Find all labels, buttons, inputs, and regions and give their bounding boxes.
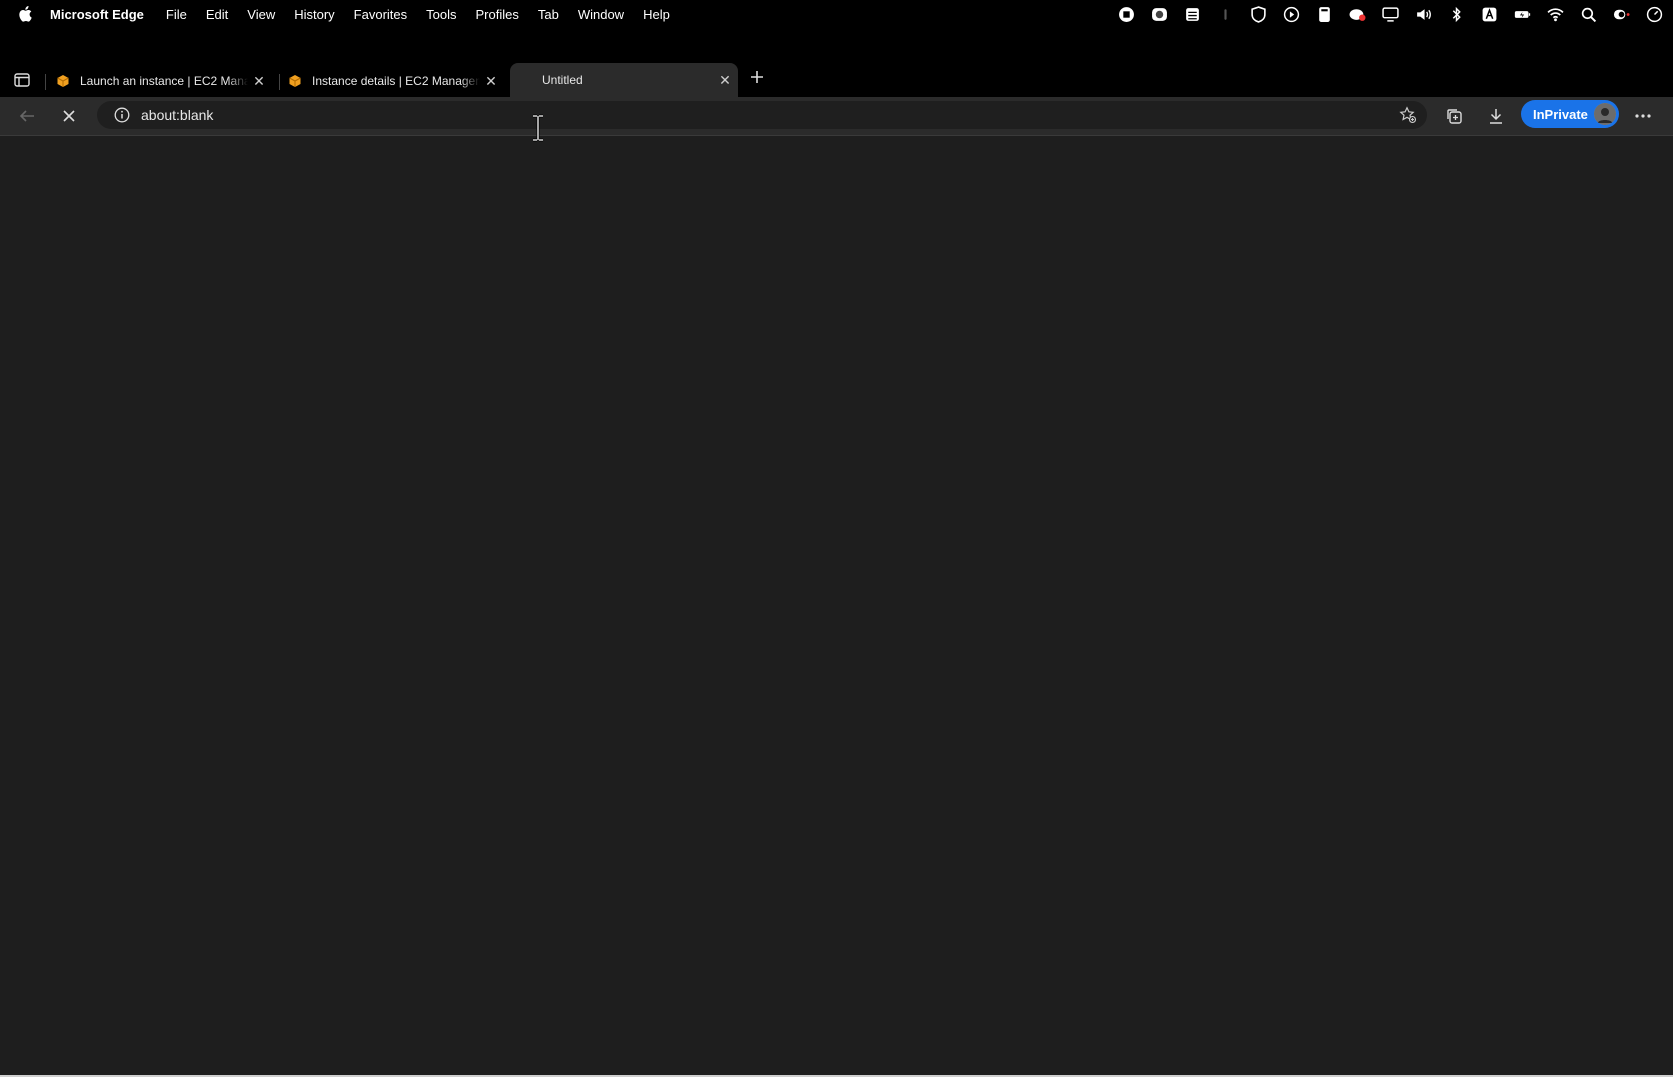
collections-icon[interactable] (1443, 105, 1465, 127)
menu-tab[interactable]: Tab (538, 7, 559, 22)
record-icon[interactable] (1117, 5, 1135, 23)
battery-icon[interactable] (1513, 5, 1531, 23)
text-cursor-icon (533, 114, 543, 142)
status-icons (1102, 0, 1663, 28)
page-content[interactable] (0, 136, 1673, 1077)
inprivate-button[interactable]: InPrivate (1521, 100, 1619, 128)
new-tab-icon[interactable] (748, 68, 766, 86)
back-arrow-icon[interactable] (16, 105, 38, 127)
display-icon[interactable] (1381, 5, 1399, 23)
tab-strip: Launch an instance | EC2 Management Cons… (0, 28, 1673, 97)
app-icon[interactable] (1150, 5, 1168, 23)
notification-icon[interactable] (1348, 5, 1366, 23)
downloads-icon[interactable] (1485, 105, 1507, 127)
menu-profiles[interactable]: Profiles (476, 7, 519, 22)
close-tab-icon[interactable]: ✕ (252, 73, 266, 89)
tab-instance-details[interactable]: Instance details | EC2 Management Consol… (288, 66, 504, 96)
avatar (1594, 103, 1616, 125)
tab-title: Launch an instance | EC2 Management Cons… (80, 74, 248, 88)
tab-title: Untitled (542, 73, 583, 87)
menu-view[interactable]: View (247, 7, 275, 22)
tab-separator (45, 74, 46, 90)
tab-actions-icon[interactable] (12, 70, 32, 90)
stack-icon[interactable] (1183, 5, 1201, 23)
browser-toolbar: about:blank InPrivate (0, 97, 1673, 136)
aws-cube-icon (289, 75, 301, 87)
menu-edit[interactable]: Edit (206, 7, 228, 22)
keyboard-input-icon[interactable] (1480, 5, 1498, 23)
menu-history[interactable]: History (294, 7, 334, 22)
bluetooth-icon[interactable] (1447, 5, 1465, 23)
separator-icon (1216, 5, 1234, 23)
macos-menu-bar: Microsoft Edge File Edit View History Fa… (0, 0, 1673, 28)
inprivate-label: InPrivate (1533, 106, 1588, 122)
play-icon[interactable] (1282, 5, 1300, 23)
menu-window[interactable]: Window (578, 7, 624, 22)
info-icon[interactable] (113, 106, 131, 124)
menu-help[interactable]: Help (643, 7, 670, 22)
menu-app-name[interactable]: Microsoft Edge (50, 7, 144, 22)
shield-icon[interactable] (1249, 5, 1267, 23)
control-center-icon[interactable] (1612, 5, 1630, 23)
siri-icon[interactable] (1645, 5, 1663, 23)
wifi-icon[interactable] (1546, 5, 1564, 23)
address-input[interactable]: about:blank (141, 107, 213, 123)
aws-cube-icon (57, 75, 69, 87)
close-tab-icon[interactable]: ✕ (718, 72, 732, 88)
tab-launch-instance[interactable]: Launch an instance | EC2 Management Cons… (56, 66, 272, 96)
menu-favorites[interactable]: Favorites (354, 7, 407, 22)
spotlight-icon[interactable] (1579, 5, 1597, 23)
address-bar[interactable]: about:blank (97, 101, 1427, 129)
volume-icon[interactable] (1414, 5, 1432, 23)
more-options-icon[interactable] (1632, 105, 1654, 127)
add-favorite-icon[interactable] (1399, 106, 1417, 124)
menu-tools[interactable]: Tools (426, 7, 456, 22)
tab-title: Instance details | EC2 Management Consol… (312, 74, 480, 88)
menu-file[interactable]: File (166, 7, 187, 22)
notes-icon[interactable] (1315, 5, 1333, 23)
apple-icon[interactable] (0, 6, 50, 22)
tab-separator (279, 74, 280, 90)
stop-loading-icon[interactable] (58, 105, 80, 127)
close-tab-icon[interactable]: ✕ (484, 73, 498, 89)
tab-untitled[interactable]: Untitled ✕ (510, 63, 738, 97)
